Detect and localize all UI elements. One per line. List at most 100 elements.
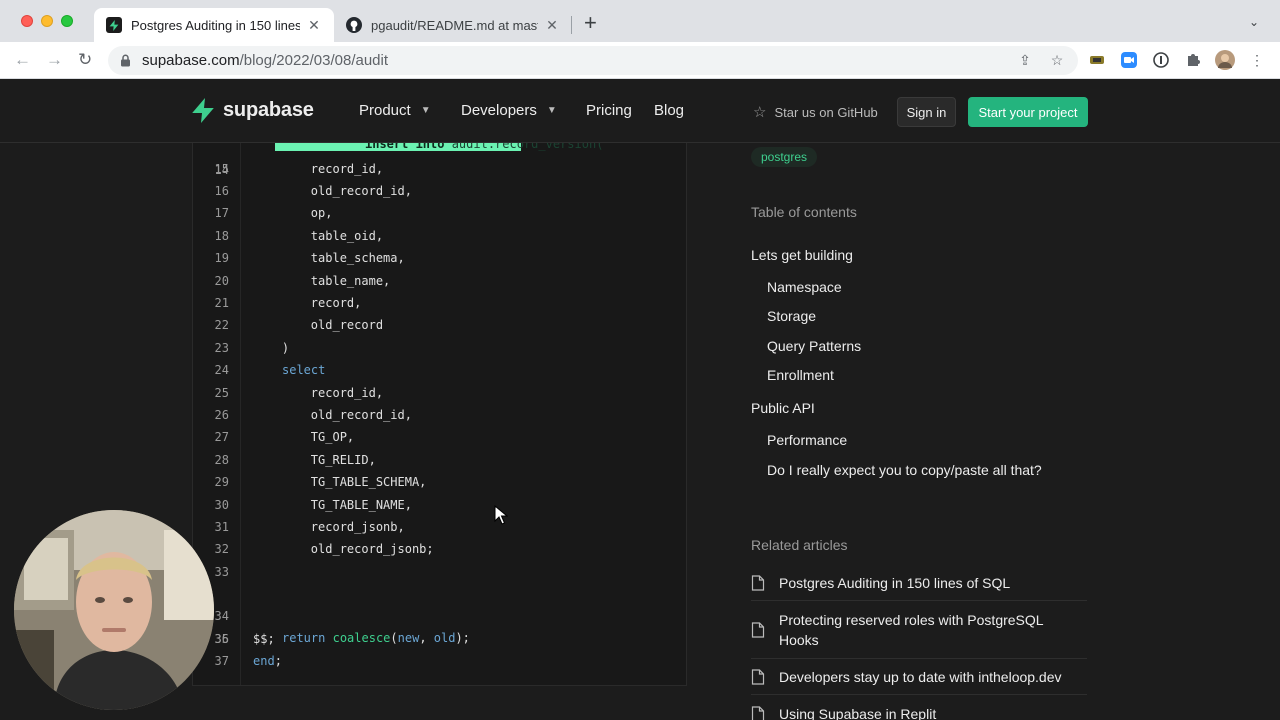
code-text: table_oid, <box>253 229 384 243</box>
supabase-logo[interactable]: supabase <box>191 98 314 123</box>
toc-heading: Table of contents <box>751 204 857 220</box>
line-number: 25 <box>214 386 229 400</box>
code-line: 31 record_jsonb, <box>193 516 686 538</box>
new-tab-icon[interactable]: + <box>584 12 597 34</box>
line-number: 19 <box>214 251 229 265</box>
line-number: 29 <box>214 475 229 489</box>
code-highlight: insert into audit.record_version( <box>275 143 603 151</box>
nav-developers-label: Developers <box>461 102 537 119</box>
code-text: table_schema, <box>253 251 405 265</box>
nav-product[interactable]: Product ▼ <box>359 102 431 119</box>
line-number: 27 <box>214 430 229 444</box>
tab-close-icon[interactable]: ✕ <box>544 17 560 34</box>
url-path: /blog/2022/03/08/audit <box>239 52 389 69</box>
browser-tab-active[interactable]: Postgres Auditing in 150 lines of SQL ✕ <box>94 8 334 42</box>
code-text: TG_OP, <box>253 430 355 444</box>
nav-blog[interactable]: Blog <box>654 102 684 119</box>
code-keyword: select <box>282 363 326 377</box>
tab-close-icon[interactable]: ✕ <box>306 17 322 34</box>
code-line: 28 TG_RELID, <box>193 449 686 471</box>
code-text: record_jsonb, <box>253 520 405 534</box>
share-icon[interactable]: ⇪ <box>1015 50 1035 70</box>
code-keyword: insert into <box>365 143 445 151</box>
code-line: 35 end; <box>193 606 686 668</box>
code-line: 29 TG_TABLE_SCHEMA, <box>193 471 686 493</box>
browser-tab-bar: Postgres Auditing in 150 lines of SQL ✕ … <box>0 0 1280 42</box>
github-star-label: Star us on GitHub <box>774 104 878 120</box>
related-article[interactable]: Protecting reserved roles with PostgreSQ… <box>751 610 1087 650</box>
line-number: 26 <box>214 408 229 422</box>
forward-arrow-icon[interactable]: → <box>46 50 63 70</box>
divider <box>751 658 1087 659</box>
profile-avatar[interactable] <box>1215 50 1235 70</box>
line-number: 17 <box>214 206 229 220</box>
toc-item[interactable]: Public API <box>751 400 815 416</box>
document-icon <box>751 622 765 638</box>
back-arrow-icon[interactable]: ← <box>14 50 31 70</box>
toc-item[interactable]: Enrollment <box>767 367 834 383</box>
code-line: 16 old_record_id, <box>193 180 686 202</box>
code-text: old_record_jsonb; <box>253 542 434 556</box>
bookmark-star-icon[interactable]: ☆ <box>1047 50 1067 70</box>
sign-in-button[interactable]: Sign in <box>897 97 956 127</box>
line-number: 22 <box>214 318 229 332</box>
code-line: 19 table_schema, <box>193 247 686 269</box>
code-line: 32 old_record_jsonb; <box>193 538 686 560</box>
supabase-bolt-icon <box>192 98 214 123</box>
toc-item[interactable]: Do I really expect you to copy/paste all… <box>767 462 1042 478</box>
browser-tab-inactive[interactable]: pgaudit/README.md at master ✕ <box>334 8 572 42</box>
related-article-title: Postgres Auditing in 150 lines of SQL <box>779 575 1011 591</box>
supabase-favicon-icon <box>106 17 122 33</box>
window-minimize-button[interactable] <box>41 15 53 27</box>
extension-icon[interactable] <box>1087 50 1107 70</box>
code-text: record_id, <box>253 386 384 400</box>
code-text: ) <box>253 341 290 355</box>
github-star-link[interactable]: ☆ Star us on GitHub <box>753 103 878 121</box>
address-bar[interactable]: supabase.com/blog/2022/03/08/audit <box>108 46 1078 75</box>
reload-icon[interactable]: ↻ <box>78 50 92 70</box>
site-header: supabase Product ▼ Developers ▼ Pricing … <box>0 79 1280 143</box>
more-menu-icon[interactable]: ⋮ <box>1247 50 1267 70</box>
code-text: op, <box>253 206 333 220</box>
code-text: old_record_id, <box>253 408 412 422</box>
code-text: audit.record_version( <box>444 143 604 151</box>
code-line: 24 select <box>193 359 686 381</box>
toc-item[interactable]: Lets get building <box>751 247 853 263</box>
code-line: 30 TG_TABLE_NAME, <box>193 494 686 516</box>
code-line: 33 <box>193 561 686 583</box>
tag-badge[interactable]: postgres <box>751 147 818 167</box>
code-line: 25 record_id, <box>193 382 686 404</box>
related-article[interactable]: Postgres Auditing in 150 lines of SQL <box>751 573 1087 593</box>
line-number: 21 <box>214 296 229 310</box>
zoom-extension-icon[interactable] <box>1119 50 1139 70</box>
code-line: 21 record, <box>193 292 686 314</box>
puzzle-extensions-icon[interactable] <box>1183 50 1203 70</box>
related-article-title: Developers stay up to date with intheloo… <box>779 669 1062 685</box>
line-number: 23 <box>214 341 229 355</box>
related-article[interactable]: Using Supabase in Replit <box>751 704 1087 720</box>
toc-item[interactable]: Namespace <box>767 279 842 295</box>
password-manager-icon[interactable] <box>1151 50 1171 70</box>
toc-item[interactable]: Performance <box>767 432 847 448</box>
code-line: 15 record_id, <box>193 158 686 180</box>
brand-wordmark: supabase <box>223 99 314 121</box>
line-number: 30 <box>214 498 229 512</box>
related-article-title: Using Supabase in Replit <box>779 706 937 720</box>
tab-separator <box>571 16 572 34</box>
browser-toolbar: ← → ↻ supabase.com/blog/2022/03/08/audit… <box>0 42 1280 79</box>
code-text: record_id, <box>253 162 384 176</box>
related-article[interactable]: Developers stay up to date with intheloo… <box>751 667 1087 687</box>
nav-developers[interactable]: Developers ▼ <box>461 102 557 119</box>
window-zoom-button[interactable] <box>61 15 73 27</box>
window-close-button[interactable] <box>21 15 33 27</box>
toc-item[interactable]: Query Patterns <box>767 338 861 354</box>
related-heading: Related articles <box>751 537 848 553</box>
github-favicon-icon <box>346 17 362 33</box>
code-block: 14 insert into audit.record_version( 15 … <box>192 143 687 686</box>
mouse-cursor-icon <box>494 504 509 530</box>
chevron-down-icon[interactable]: ⌄ <box>1249 15 1259 29</box>
nav-pricing[interactable]: Pricing <box>586 102 632 119</box>
start-project-button[interactable]: Start your project <box>968 97 1088 127</box>
related-article-title: Protecting reserved roles with PostgreSQ… <box>779 612 1044 648</box>
toc-item[interactable]: Storage <box>767 308 816 324</box>
